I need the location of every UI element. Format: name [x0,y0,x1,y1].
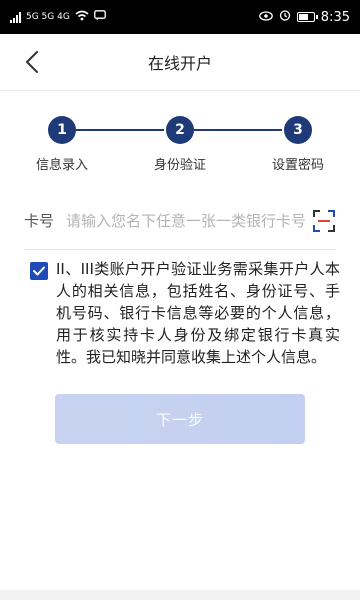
step-connector-1 [76,129,164,131]
scan-icon[interactable] [312,209,336,233]
status-right: 8:35 [258,9,350,25]
page-title: 在线开户 [147,54,212,73]
step-indicator: 1 2 3 信息录入 身份验证 设置密码 [0,112,360,182]
step-2-label: 身份验证 [153,158,206,173]
alarm-icon [279,9,291,25]
consent-section: II、III类账户开户验证业务需采集开户人本人的相关信息，包括姓名、身份证号、手… [30,258,340,368]
eye-icon [258,10,273,25]
step-3-circle: 3 [284,116,312,144]
step-3-label: 设置密码 [271,158,324,173]
card-number-label: 卡号 [24,212,55,230]
check-icon [33,266,45,276]
consent-checkbox[interactable] [30,262,48,280]
step-1-circle: 1 [48,116,76,144]
status-bar: 5G 5G 4G 8:35 [0,0,360,34]
signal-icon [10,11,21,23]
chevron-left-icon [26,51,38,73]
step-1-label: 信息录入 [35,158,88,173]
back-button[interactable] [18,48,46,76]
header: 在线开户 [0,34,360,90]
step-connector-2 [194,129,282,131]
next-step-button[interactable]: 下一步 [55,394,305,444]
header-divider [0,90,360,91]
consent-text: II、III类账户开户验证业务需采集开户人本人的相关信息，包括姓名、身份证号、手… [56,260,340,366]
network-text: 5G 5G 4G [26,12,70,22]
clock-time: 8:35 [320,9,350,25]
bottom-bar [0,590,360,600]
card-number-row: 卡号 [24,192,336,250]
status-left: 5G 5G 4G [10,10,106,24]
step-2-circle: 2 [166,116,194,144]
battery-icon [296,12,318,22]
chat-icon [93,10,106,24]
wifi-icon [75,10,89,24]
card-number-input[interactable] [66,211,308,230]
